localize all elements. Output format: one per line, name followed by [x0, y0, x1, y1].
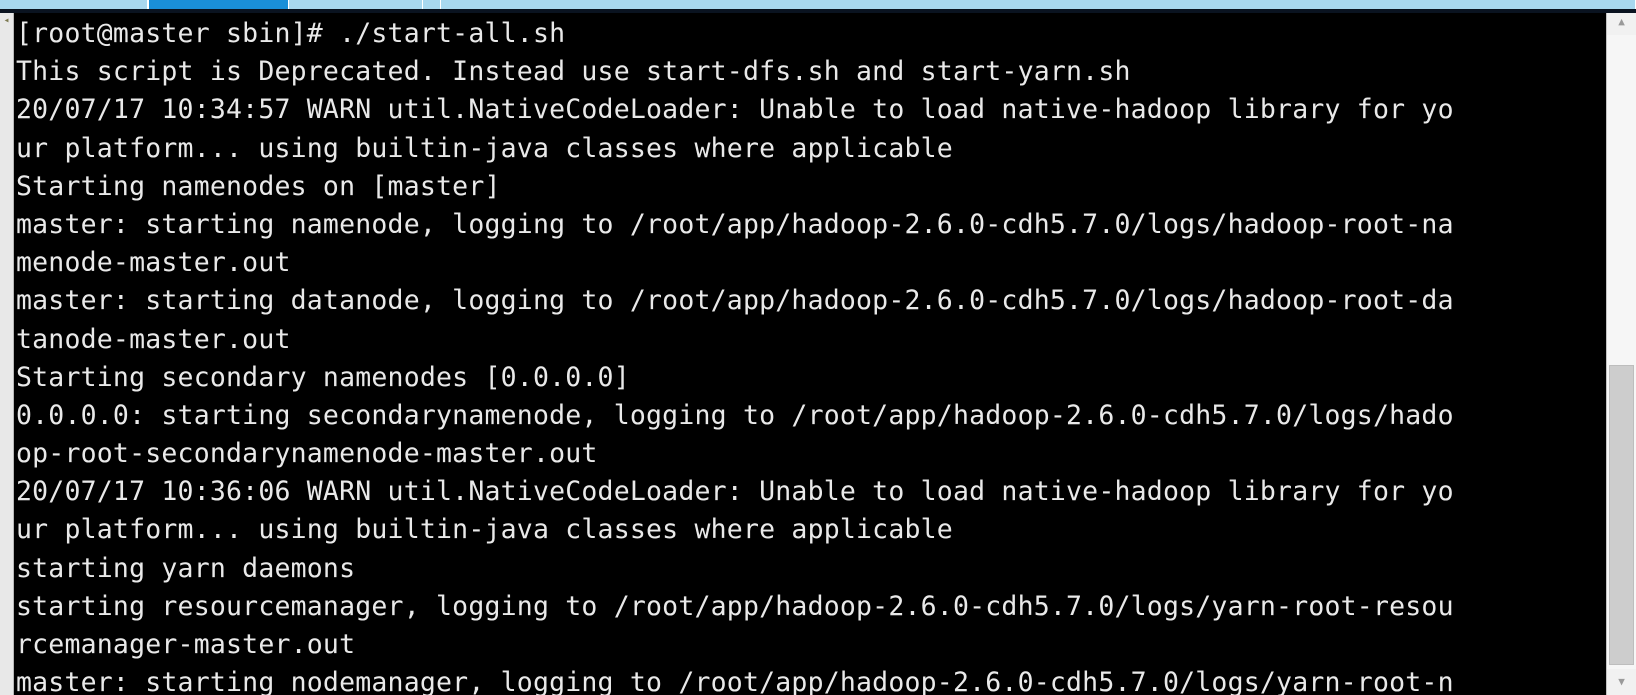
tab-active[interactable]: [148, 0, 289, 9]
tab-item[interactable]: [423, 0, 441, 9]
terminal-line: rcemanager-master.out: [16, 629, 356, 660]
terminal-window: ◂ [root@master sbin]# ./start-all.sh This…: [0, 0, 1636, 695]
terminal-line: starting resourcemanager, logging to /ro…: [16, 590, 1454, 622]
terminal-line: master: starting namenode, logging to /r…: [16, 208, 1454, 240]
tab-item[interactable]: [289, 0, 423, 9]
scrollbar-track[interactable]: [1607, 35, 1636, 669]
terminal-line: menode-master.out: [16, 247, 291, 279]
terminal-line: Starting namenodes on [master]: [16, 170, 501, 202]
collapse-arrow-icon[interactable]: ◂: [1, 15, 12, 26]
vertical-scrollbar[interactable]: ▲ ▼: [1606, 9, 1636, 695]
tab-bar: [0, 0, 1636, 9]
left-gutter: ◂: [0, 9, 14, 695]
terminal-line: Starting secondary namenodes [0.0.0.0]: [16, 361, 630, 393]
tab-item[interactable]: [441, 0, 1636, 9]
terminal-line: ur platform... using builtin-java classe…: [16, 514, 953, 546]
scroll-down-arrow-icon[interactable]: ▼: [1607, 669, 1636, 695]
terminal-line: starting yarn daemons: [16, 552, 356, 584]
terminal-line: ur platform... using builtin-java classe…: [16, 132, 953, 164]
terminal-line: 20/07/17 10:36:06 WARN util.NativeCodeLo…: [16, 476, 1454, 508]
terminal-line: tanode-master.out: [16, 323, 291, 355]
terminal-line: This script is Deprecated. Instead use s…: [16, 56, 1131, 88]
terminal-line: master: starting datanode, logging to /r…: [16, 285, 1454, 317]
terminal-line: [root@master sbin]# ./start-all.sh: [16, 18, 566, 49]
terminal-line: op-root-secondarynamenode-master.out: [16, 438, 598, 470]
scrollbar-thumb[interactable]: [1609, 365, 1634, 665]
tab-bar-underline: [0, 9, 1636, 13]
terminal-line: 0.0.0.0: starting secondarynamenode, log…: [16, 399, 1454, 431]
terminal-console[interactable]: [root@master sbin]# ./start-all.sh This s…: [14, 13, 1604, 695]
terminal-line: master: starting nodemanager, logging to…: [16, 667, 1454, 695]
terminal-output: [root@master sbin]# ./start-all.sh This s…: [14, 13, 1604, 695]
tab-item[interactable]: [0, 0, 148, 9]
terminal-line: 20/07/17 10:34:57 WARN util.NativeCodeLo…: [16, 94, 1454, 126]
